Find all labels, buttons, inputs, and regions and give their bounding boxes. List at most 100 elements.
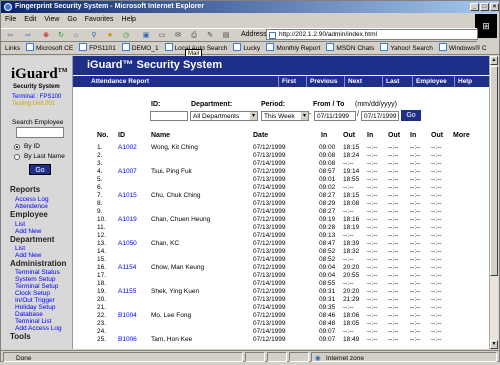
link-item[interactable]: Yahoo! Search — [380, 43, 433, 54]
cell-id[interactable]: B1004 — [118, 312, 137, 320]
to-date-input[interactable]: 07/17/1999 — [361, 111, 399, 121]
menu-view[interactable]: View — [40, 16, 63, 23]
nav-last-button[interactable]: Last — [382, 76, 412, 87]
menu-help[interactable]: Help — [118, 16, 140, 23]
cell-id[interactable]: A1050 — [118, 240, 137, 248]
edit-icon[interactable]: ✎ — [205, 31, 215, 41]
cell-in2: --:-- — [367, 248, 378, 255]
minimize-button[interactable]: _ — [470, 3, 479, 11]
cell-no: 4. — [97, 168, 103, 175]
cell-id[interactable]: A1155 — [118, 288, 136, 296]
table-row: 11. 07/13/1999 09:28 18:19 --:-- --:-- --:-- --… — [73, 224, 491, 232]
col-in3: In — [410, 132, 417, 139]
menu-favorites[interactable]: Favorites — [81, 16, 118, 23]
cell-in3: --:-- — [410, 184, 421, 191]
maximize-button[interactable]: □ — [480, 3, 489, 11]
cell-in2: --:-- — [367, 224, 378, 231]
link-item[interactable]: DEMO_1 — [122, 43, 159, 54]
cell-in3: --:-- — [410, 304, 421, 311]
nav-employee-button[interactable]: Employee — [412, 76, 454, 87]
link-item[interactable]: Lucky — [233, 43, 260, 54]
home-icon[interactable]: ⌂ — [71, 31, 81, 41]
cell-out1: 18:19 — [343, 224, 360, 231]
back-icon[interactable]: ⇦ — [5, 31, 15, 41]
cell-id[interactable]: A1007 — [118, 168, 137, 176]
nav-help-button[interactable]: Help — [454, 76, 491, 87]
stop-icon[interactable]: ⊗ — [41, 31, 51, 41]
table-row: 16. A1154 Chow, Man Keung 07/12/1999 09:04 20… — [73, 264, 491, 272]
link-access-log[interactable]: Access Log — [15, 196, 49, 203]
history-icon[interactable]: ◷ — [121, 31, 131, 41]
scroll-thumb[interactable] — [490, 66, 498, 276]
address-go-button[interactable]: Go — [481, 29, 499, 40]
scroll-up-icon[interactable]: ▲ — [490, 56, 498, 65]
cell-id[interactable]: A1154 — [118, 264, 136, 272]
link-employee-add[interactable]: Add New — [15, 228, 41, 235]
link-employee-list[interactable]: List — [15, 221, 25, 228]
search-go-button[interactable]: Go — [29, 164, 51, 175]
radio-by-lastname[interactable] — [14, 154, 20, 160]
search-icon[interactable]: ⚲ — [89, 31, 99, 41]
cell-id[interactable]: B1006 — [118, 336, 137, 344]
print-icon[interactable]: ⎙ — [189, 31, 199, 41]
link-department-add[interactable]: Add New — [15, 252, 41, 259]
vertical-scrollbar[interactable]: ▲ ▼ — [489, 56, 498, 349]
address-input[interactable]: http://202.1.2.90/admin/index.html — [266, 29, 478, 40]
link-holiday-setup[interactable]: Holiday Setup — [15, 304, 55, 311]
cell-out3: --:-- — [431, 240, 442, 247]
link-item[interactable]: FPS1101 — [79, 43, 116, 54]
cell-in1: 08:47 — [319, 240, 336, 247]
link-item[interactable]: MSDN Chats — [326, 43, 374, 54]
filter-go-button[interactable]: Go — [401, 110, 421, 121]
department-select[interactable]: All Departments — [190, 111, 258, 121]
cell-no: 16. — [97, 264, 107, 271]
link-clock-setup[interactable]: Clock Setup — [15, 290, 50, 297]
radio-by-id[interactable] — [14, 144, 20, 150]
id-input[interactable] — [150, 111, 188, 121]
period-select[interactable]: This Week — [261, 111, 309, 121]
cell-in2: --:-- — [367, 280, 378, 287]
radio-by-id-label: By ID — [24, 143, 40, 150]
search-employee-label: Search Employee — [12, 119, 64, 126]
link-database[interactable]: Database — [15, 311, 43, 318]
link-item[interactable]: Windows® C — [439, 43, 487, 54]
table-row: 4. A1007 Tsui, Ping Fuk 07/12/1999 08:57 19:1… — [73, 168, 491, 176]
cell-in2: --:-- — [367, 208, 378, 215]
search-employee-input[interactable] — [16, 127, 64, 138]
cell-out2: --:-- — [388, 208, 399, 215]
cell-id[interactable]: A1019 — [118, 216, 137, 224]
nav-first-button[interactable]: First — [278, 76, 306, 87]
discuss-icon[interactable]: ▤ — [221, 31, 231, 41]
fullscreen-icon[interactable]: ▭ — [157, 31, 167, 41]
link-item[interactable]: Monthly Report — [266, 43, 320, 54]
table-row: 3. 07/14/1999 09:08 --:-- --:-- --:-- --:-- --:… — [73, 160, 491, 168]
link-terminal-status[interactable]: Terminal Status — [15, 269, 60, 276]
forward-icon[interactable]: ⇨ — [23, 31, 33, 41]
cell-out3: --:-- — [431, 336, 442, 343]
cell-id[interactable]: A1002 — [118, 144, 137, 152]
channels-icon[interactable]: ▣ — [141, 31, 151, 41]
cell-name: Shek, Ying Kuen — [151, 288, 200, 295]
nav-previous-button[interactable]: Previous — [306, 76, 344, 87]
link-add-access-log[interactable]: Add Access Log — [15, 325, 62, 332]
mail-icon[interactable]: ✉ — [173, 31, 183, 41]
link-attendence[interactable]: Attendence — [15, 203, 48, 210]
link-terminal-list[interactable]: Terminal List — [15, 318, 51, 325]
from-date-input[interactable]: 07/11/1999 — [314, 111, 356, 121]
menu-file[interactable]: File — [1, 16, 20, 23]
link-inout-trigger[interactable]: In/Out Trigger — [15, 297, 55, 304]
menu-go[interactable]: Go — [63, 16, 80, 23]
link-item[interactable]: Microsoft CE — [26, 43, 73, 54]
cell-id[interactable]: A1015 — [118, 192, 137, 200]
refresh-icon[interactable]: ↻ — [56, 31, 66, 41]
link-terminal-setup[interactable]: Terminal Setup — [15, 283, 58, 290]
nav-next-button[interactable]: Next — [344, 76, 382, 87]
scroll-down-icon[interactable]: ▼ — [490, 340, 498, 349]
favorites-icon[interactable]: ★ — [105, 31, 115, 41]
cell-out3: --:-- — [431, 328, 442, 335]
cell-in3: --:-- — [410, 320, 421, 327]
link-department-list[interactable]: List — [15, 245, 25, 252]
link-system-setup[interactable]: System Setup — [15, 276, 55, 283]
menu-edit[interactable]: Edit — [20, 16, 40, 23]
close-button[interactable]: × — [490, 3, 499, 11]
